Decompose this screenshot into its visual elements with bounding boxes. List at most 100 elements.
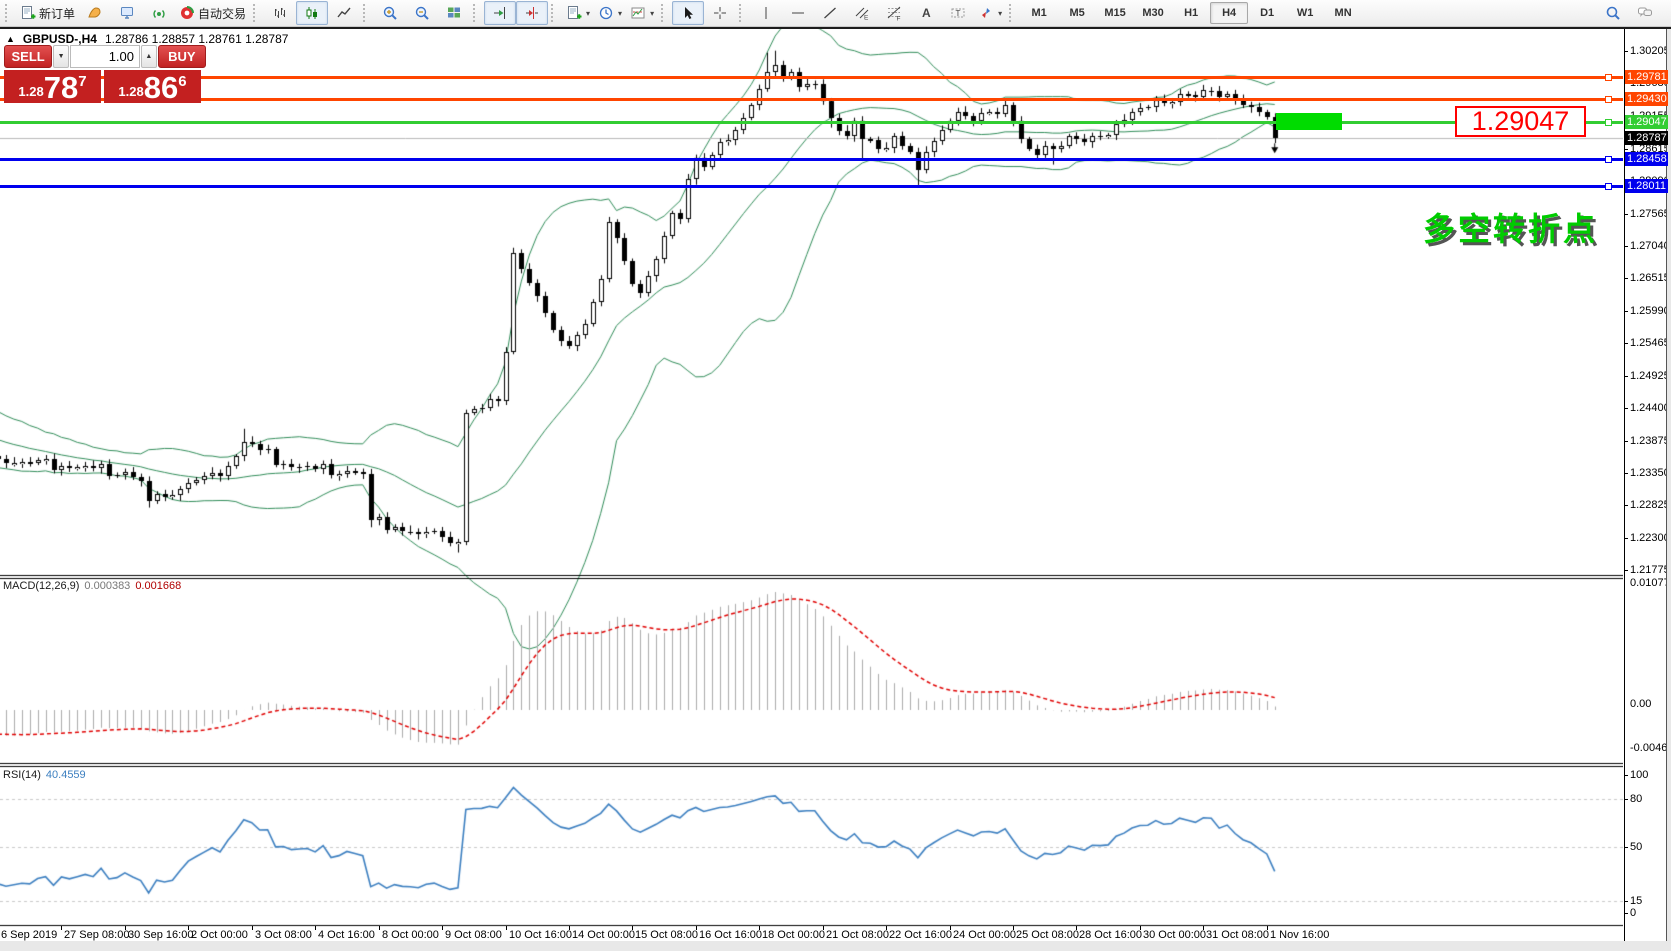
fibonacci-button[interactable]: F bbox=[878, 1, 910, 25]
line-chart-button[interactable] bbox=[328, 1, 360, 25]
timeframe-m1-button[interactable]: M1 bbox=[1020, 2, 1058, 24]
templates-button[interactable]: ▾ bbox=[626, 1, 658, 25]
hline-anchor-marker[interactable] bbox=[1605, 119, 1612, 126]
arrows-button[interactable]: ▾ bbox=[974, 1, 1006, 25]
time-tick-label[interactable]: 18 Oct 00:00 bbox=[762, 929, 825, 941]
time-tick-label[interactable]: 30 Sep 16:00 bbox=[128, 929, 193, 941]
ask-price-button[interactable]: 1.28866 bbox=[104, 70, 201, 103]
sell-button[interactable]: SELL bbox=[4, 45, 52, 68]
hline-1.28011[interactable] bbox=[0, 185, 1623, 188]
symbol-label: GBPUSD-,H4 bbox=[23, 32, 97, 46]
trade-group-grip bbox=[5, 4, 12, 22]
timeframe-mn-button[interactable]: MN bbox=[1324, 2, 1362, 24]
time-tick-label[interactable]: 27 Sep 08:00 bbox=[64, 929, 129, 941]
price-line-badge: 1.28011 bbox=[1625, 179, 1668, 193]
time-tick-label[interactable]: 3 Oct 08:00 bbox=[255, 929, 312, 941]
cursor-button[interactable] bbox=[672, 1, 704, 25]
price-chart-canvas[interactable] bbox=[0, 28, 1623, 941]
zoom-in-icon bbox=[382, 5, 398, 21]
vertical-line-button[interactable] bbox=[750, 1, 782, 25]
timeframe-w1-button[interactable]: W1 bbox=[1286, 2, 1324, 24]
hline-1.29781[interactable] bbox=[0, 76, 1623, 79]
hline-anchor-marker[interactable] bbox=[1605, 74, 1612, 81]
collapse-panel-icon[interactable]: ▲ bbox=[6, 34, 15, 44]
price-tick-mark bbox=[1624, 505, 1628, 506]
bar-chart-button[interactable] bbox=[264, 1, 296, 25]
indicators-button[interactable]: ▾ bbox=[562, 1, 594, 25]
signals-button[interactable] bbox=[143, 1, 175, 25]
time-tick-label[interactable]: 2 Oct 00:00 bbox=[191, 929, 248, 941]
bid-price-button[interactable]: 1.28787 bbox=[4, 70, 101, 103]
price-tick-mark bbox=[1624, 343, 1628, 344]
timeframe-m15-button[interactable]: M15 bbox=[1096, 2, 1134, 24]
hline-1.29430[interactable] bbox=[0, 98, 1623, 101]
highlight-rectangle[interactable] bbox=[1276, 113, 1342, 130]
time-tick-label[interactable]: 31 Oct 08:00 bbox=[1206, 929, 1269, 941]
time-tick-label[interactable]: 22 Oct 16:00 bbox=[889, 929, 952, 941]
hline-anchor-marker[interactable] bbox=[1605, 183, 1612, 190]
time-tick-label[interactable]: 14 Oct 00:00 bbox=[572, 929, 635, 941]
autotrading-button-label: 自动交易 bbox=[198, 5, 246, 22]
svg-text:A: A bbox=[922, 6, 931, 20]
periods-button[interactable]: ▾ bbox=[594, 1, 626, 25]
hline-1.28458[interactable] bbox=[0, 158, 1623, 161]
zoom-out-button[interactable] bbox=[406, 1, 438, 25]
time-tick-label[interactable]: 9 Oct 08:00 bbox=[445, 929, 502, 941]
time-tick-mark bbox=[950, 926, 951, 930]
autotrading-button[interactable]: 自动交易 bbox=[175, 1, 250, 25]
time-tick-label[interactable]: 4 Oct 16:00 bbox=[318, 929, 375, 941]
text-label-button[interactable]: T bbox=[942, 1, 974, 25]
macd-label: MACD(12,26,9) 0.000383 0.001668 bbox=[3, 580, 181, 592]
price-callout-box[interactable]: 1.29047 bbox=[1455, 106, 1586, 137]
horizontal-line-button[interactable] bbox=[782, 1, 814, 25]
time-tick-label[interactable]: 25 Oct 08:00 bbox=[1016, 929, 1079, 941]
style-button[interactable] bbox=[79, 1, 111, 25]
search-button[interactable] bbox=[1597, 1, 1629, 25]
rsi-axis-label: 100 bbox=[1630, 769, 1648, 781]
template-icon bbox=[630, 5, 646, 21]
text-button[interactable]: A bbox=[910, 1, 942, 25]
auto-scroll-button[interactable] bbox=[484, 1, 516, 25]
timeframe-m30-button[interactable]: M30 bbox=[1134, 2, 1172, 24]
timeframe-h4-button[interactable]: H4 bbox=[1210, 2, 1248, 24]
hat-icon bbox=[87, 5, 103, 21]
time-tick-label[interactable]: 8 Oct 00:00 bbox=[382, 929, 439, 941]
time-tick-label[interactable]: 10 Oct 16:00 bbox=[509, 929, 572, 941]
time-tick-label[interactable]: 16 Oct 16:00 bbox=[699, 929, 762, 941]
time-tick-label[interactable]: 28 Oct 16:00 bbox=[1079, 929, 1142, 941]
zoom-in-button[interactable] bbox=[374, 1, 406, 25]
time-tick-label[interactable]: 6 Sep 2019 bbox=[1, 929, 57, 941]
channel-button[interactable]: E bbox=[846, 1, 878, 25]
hline-anchor-marker[interactable] bbox=[1605, 96, 1612, 103]
market-watch-button[interactable] bbox=[111, 1, 143, 25]
time-tick-label[interactable]: 30 Oct 00:00 bbox=[1143, 929, 1206, 941]
time-tick-label[interactable]: 24 Oct 00:00 bbox=[953, 929, 1016, 941]
one-click-trading-panel: SELL ▼ ▲ BUY 1.28787 1.28866 bbox=[4, 45, 206, 103]
volume-input[interactable] bbox=[70, 45, 140, 68]
hline-1.29047[interactable] bbox=[0, 121, 1623, 124]
timeframe-d1-button[interactable]: D1 bbox=[1248, 2, 1286, 24]
trendline-button[interactable] bbox=[814, 1, 846, 25]
tile-windows-button[interactable] bbox=[438, 1, 470, 25]
crosshair-button[interactable] bbox=[704, 1, 736, 25]
hline-anchor-marker[interactable] bbox=[1605, 156, 1612, 163]
volume-increase-button[interactable]: ▲ bbox=[141, 45, 157, 68]
timeframe-m5-button[interactable]: M5 bbox=[1058, 2, 1096, 24]
buy-button[interactable]: BUY bbox=[158, 45, 206, 68]
candlestick-chart-button[interactable] bbox=[296, 1, 328, 25]
price-tick-mark bbox=[1624, 278, 1628, 279]
time-tick-label[interactable]: 1 Nov 16:00 bbox=[1270, 929, 1329, 941]
turning-point-annotation[interactable]: 多空转折点 bbox=[1423, 204, 1598, 250]
time-tick-label[interactable]: 15 Oct 08:00 bbox=[635, 929, 698, 941]
chart-header: ▲ GBPUSD-,H4 1.28786 1.28857 1.28761 1.2… bbox=[6, 32, 288, 46]
new-order-button[interactable]: 新订单 bbox=[16, 1, 79, 25]
timeframe-h1-button[interactable]: H1 bbox=[1172, 2, 1210, 24]
chart-shift-button[interactable] bbox=[516, 1, 548, 25]
signal-icon bbox=[151, 5, 167, 21]
chat-button[interactable] bbox=[1629, 1, 1661, 25]
volume-decrease-button[interactable]: ▼ bbox=[53, 45, 69, 68]
time-tick-label[interactable]: 21 Oct 08:00 bbox=[826, 929, 889, 941]
zoom-group-grip bbox=[363, 4, 370, 22]
label-icon: T bbox=[950, 5, 966, 21]
price-tick-label: 1.25990 bbox=[1630, 305, 1670, 317]
